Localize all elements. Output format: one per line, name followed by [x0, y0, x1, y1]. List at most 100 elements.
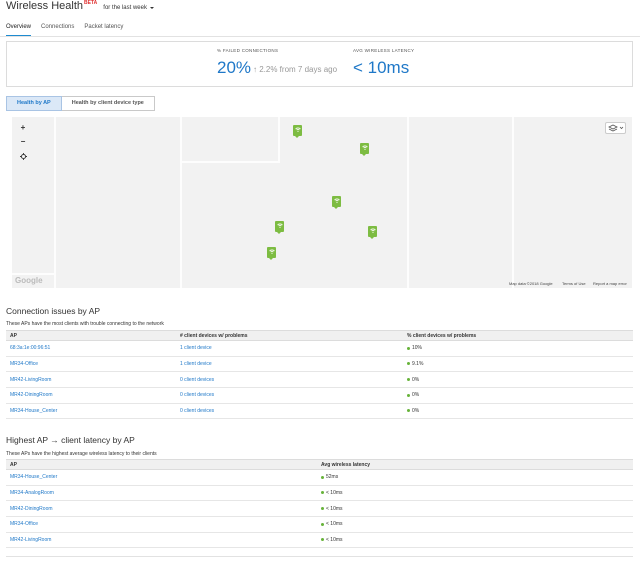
column-header-avg-latency: Avg wireless latency: [317, 459, 633, 470]
column-header-ap: AP: [6, 459, 317, 470]
avg-latency-label: AVG WIRELESS LATENCY: [353, 48, 415, 53]
status-dot: [321, 522, 324, 526]
ap-map[interactable]: + − Google Map data ©2018 Google Terms o…: [12, 117, 632, 288]
map-road: [512, 117, 514, 288]
ap-link[interactable]: MR42-LivingRoom: [6, 532, 317, 549]
table-row: MR34-AnalogRoom < 10ms: [6, 485, 633, 502]
beta-badge: BETA: [84, 0, 98, 6]
ap-link[interactable]: MR42-DiningRoom: [6, 500, 317, 518]
health-by-client-type-button[interactable]: Health by client device type: [61, 96, 155, 111]
client-percent-cell: 0%: [403, 371, 633, 389]
client-percent-value: 0%: [412, 392, 420, 399]
table-header-row: AP Avg wireless latency: [6, 459, 633, 470]
ap-marker[interactable]: [275, 221, 284, 234]
client-percent-value: 10%: [412, 345, 423, 352]
client-count-link[interactable]: 1 client device: [176, 340, 403, 357]
latency-value: 52ms: [326, 474, 339, 481]
status-dot: [321, 475, 324, 479]
latency-cell: < 10ms: [317, 516, 633, 533]
zoom-in-button[interactable]: +: [18, 123, 28, 133]
ap-marker[interactable]: [360, 143, 369, 156]
ap-link[interactable]: MR34-Office: [6, 356, 176, 373]
latency-cell: < 10ms: [317, 485, 633, 502]
table-row: MR42-DiningRoom < 10ms: [6, 500, 633, 518]
connection-issues-table: AP # client devices w/ problems % client…: [6, 330, 633, 420]
status-dot: [407, 377, 410, 381]
ap-marker[interactable]: [368, 226, 377, 239]
tab-overview[interactable]: Overview: [6, 20, 32, 36]
table-header-row: AP # client devices w/ problems % client…: [6, 330, 633, 341]
latency-table: AP Avg wireless latency MR34-House_Cente…: [6, 459, 633, 549]
client-percent-cell: 0%: [403, 403, 633, 420]
wifi-icon: [369, 228, 376, 233]
client-count-link[interactable]: 1 client device: [176, 356, 403, 373]
failed-connections-value: 20%: [217, 58, 252, 77]
table-row: MR42-LivingRoom 0 client devices 0%: [6, 371, 633, 389]
map-data-attribution: Map data ©2018 Google: [509, 281, 553, 286]
map-road: [407, 117, 409, 288]
layers-icon: [608, 124, 624, 132]
terms-of-use-link[interactable]: Terms of Use: [562, 281, 586, 286]
ap-link[interactable]: MR34-House_Center: [6, 469, 317, 486]
wifi-icon: [268, 249, 275, 254]
ap-marker[interactable]: [267, 247, 276, 260]
status-dot: [407, 409, 410, 413]
ap-link[interactable]: 68:3a:1e:00:96:51: [6, 340, 176, 357]
latency-cell: 52ms: [317, 469, 633, 486]
client-percent-value: 0%: [412, 408, 420, 415]
table-row: MR34-Office 1 client device 9.1%: [6, 356, 633, 373]
map-road: [180, 117, 182, 288]
map-road: [12, 273, 54, 275]
footer-divider: [6, 556, 633, 557]
latency-cell: < 10ms: [317, 500, 633, 518]
table-row: MR42-LivingRoom < 10ms: [6, 532, 633, 549]
page-title: Wireless Health: [6, 0, 84, 12]
wifi-icon: [294, 127, 301, 132]
ap-marker[interactable]: [293, 125, 302, 138]
client-percent-cell: 9.1%: [403, 356, 633, 373]
latency-value: < 10ms: [326, 521, 343, 528]
ap-link[interactable]: MR42-LivingRoom: [6, 371, 176, 389]
table-row: MR34-Office < 10ms: [6, 516, 633, 533]
map-road: [180, 161, 280, 163]
ap-link[interactable]: MR34-Office: [6, 516, 317, 533]
zoom-out-button[interactable]: −: [18, 137, 28, 147]
ap-link[interactable]: MR34-House_Center: [6, 403, 176, 420]
status-dot: [321, 491, 324, 495]
status-dot: [407, 393, 410, 397]
latency-value: < 10ms: [326, 505, 343, 512]
failed-connections-label: % FAILED CONNECTIONS: [217, 48, 279, 53]
map-road: [278, 117, 280, 163]
page-header: Wireless Health BETA for the last week: [6, 0, 154, 16]
client-count-link[interactable]: 0 client devices: [176, 387, 403, 404]
table-row: MR34-House_Center 52ms: [6, 469, 633, 486]
report-map-error-link[interactable]: Report a map error: [593, 281, 627, 286]
layers-button[interactable]: [605, 122, 626, 134]
table-row: MR42-DiningRoom 0 client devices 0%: [6, 387, 633, 404]
status-dot: [321, 538, 324, 542]
tab-bar: Overview Connections Packet latency: [6, 20, 133, 36]
column-header-client-percent: % client devices w/ problems: [403, 330, 633, 341]
status-dot: [407, 346, 410, 350]
tab-packet-latency[interactable]: Packet latency: [84, 20, 123, 36]
tab-divider: [0, 36, 640, 37]
ap-marker[interactable]: [332, 196, 341, 209]
client-percent-value: 9.1%: [412, 361, 424, 368]
ap-link[interactable]: MR34-AnalogRoom: [6, 485, 317, 502]
health-by-ap-button[interactable]: Health by AP: [6, 96, 62, 111]
time-range-dropdown[interactable]: for the last week: [103, 5, 154, 11]
avg-latency-value: < 10ms: [353, 58, 410, 77]
crosshair-icon[interactable]: [18, 153, 28, 163]
stats-card: % FAILED CONNECTIONS 20% ↑ 2.2% from 7 d…: [6, 41, 633, 87]
google-logo: Google: [15, 276, 43, 285]
failed-connections-delta: ↑ 2.2% from 7 days ago: [253, 65, 338, 74]
column-header-client-count: # client devices w/ problems: [176, 330, 403, 341]
client-percent-cell: 10%: [403, 340, 633, 357]
latency-section-title: Highest AP → client latency by AP: [6, 435, 135, 445]
status-dot: [321, 506, 324, 510]
client-count-link[interactable]: 0 client devices: [176, 371, 403, 389]
tab-connections[interactable]: Connections: [41, 20, 74, 36]
client-count-link[interactable]: 0 client devices: [176, 403, 403, 420]
connection-issues-description: These APs have the most clients with tro…: [6, 321, 164, 327]
ap-link[interactable]: MR42-DiningRoom: [6, 387, 176, 404]
